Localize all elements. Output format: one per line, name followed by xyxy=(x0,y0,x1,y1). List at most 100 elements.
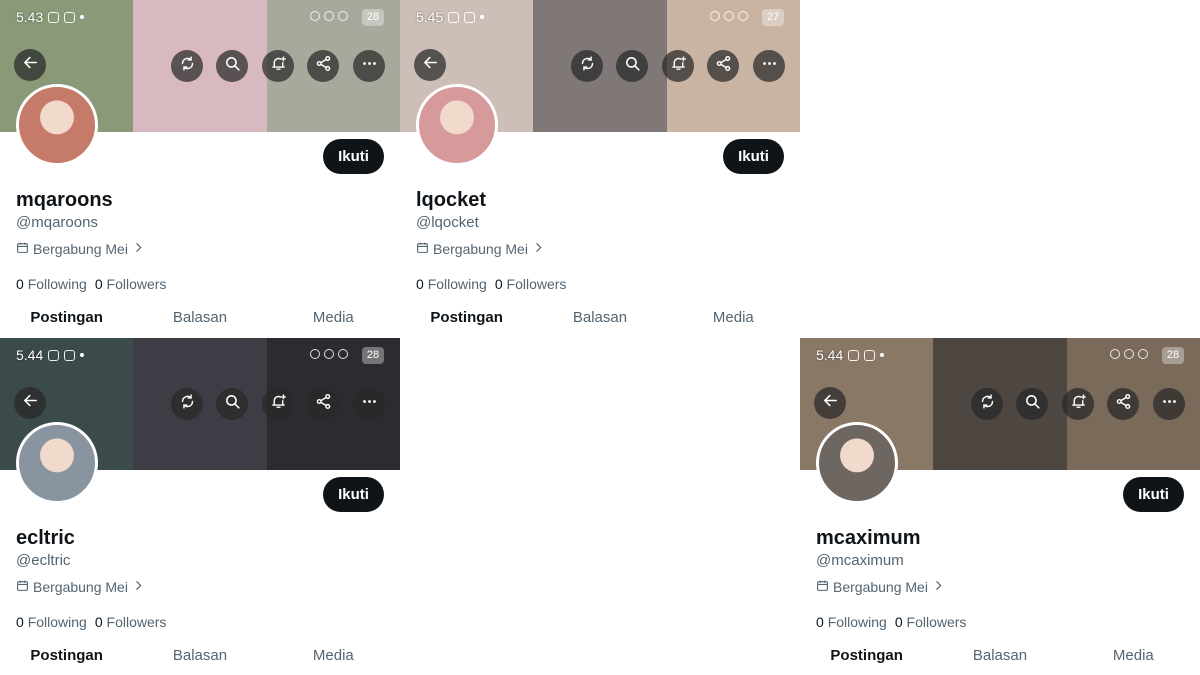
more-button[interactable] xyxy=(353,388,385,420)
following-link[interactable]: 0 Following xyxy=(16,614,87,630)
join-date[interactable]: Bergabung Mei xyxy=(816,579,945,595)
search-button[interactable] xyxy=(216,388,248,420)
more-button[interactable] xyxy=(353,50,385,82)
tab-media[interactable]: Media xyxy=(667,308,800,337)
more-icon xyxy=(361,393,378,415)
back-arrow-icon xyxy=(822,392,839,414)
followers-link[interactable]: 0 Followers xyxy=(95,614,167,630)
notify-button[interactable] xyxy=(262,388,294,420)
display-name: mqaroons xyxy=(16,189,113,211)
display-name: lqocket xyxy=(416,189,487,211)
notify-button[interactable] xyxy=(262,50,294,82)
follow-stats: 0 Following 0 Followers xyxy=(16,276,166,292)
display-name: ecltric xyxy=(16,527,75,549)
battery-indicator: 28 xyxy=(362,9,384,26)
calendar-icon xyxy=(16,241,29,257)
follow-button[interactable]: Ikuti xyxy=(323,139,384,174)
tab-media[interactable]: Media xyxy=(267,308,400,337)
dot-icon xyxy=(480,15,485,19)
tab-balasan[interactable]: Balasan xyxy=(133,646,266,675)
following-link[interactable]: 0 Following xyxy=(416,276,487,292)
notification-icon xyxy=(64,11,76,23)
share-button[interactable] xyxy=(1107,388,1139,420)
more-icon xyxy=(761,55,778,77)
more-icon xyxy=(361,55,378,77)
status-time: 5.44 xyxy=(16,347,44,363)
avatar[interactable] xyxy=(816,422,898,504)
join-date[interactable]: Bergabung Mei xyxy=(16,579,145,595)
profile-tabs: Postingan Balasan Media xyxy=(0,646,400,675)
back-button[interactable] xyxy=(414,49,446,81)
follow-button[interactable]: Ikuti xyxy=(723,139,784,174)
repost-icon xyxy=(179,55,196,77)
chevron-right-icon xyxy=(132,579,145,595)
following-link[interactable]: 0 Following xyxy=(16,276,87,292)
status-time: 5.45 xyxy=(416,9,444,25)
tab-postingan[interactable]: Postingan xyxy=(0,646,133,675)
join-date-label: Bergabung Mei xyxy=(33,579,128,595)
share-button[interactable] xyxy=(307,388,339,420)
chevron-right-icon xyxy=(132,241,145,257)
back-button[interactable] xyxy=(14,387,46,419)
bell-plus-icon xyxy=(670,55,687,77)
notification-icon xyxy=(448,11,460,23)
notification-icon xyxy=(848,349,860,361)
user-handle: @mcaximum xyxy=(816,552,904,569)
join-date-label: Bergabung Mei xyxy=(433,241,528,257)
signal-icons xyxy=(310,349,356,361)
dot-icon xyxy=(80,353,85,357)
notification-icon xyxy=(464,11,476,23)
dot-icon xyxy=(880,353,885,357)
tab-media[interactable]: Media xyxy=(267,646,400,675)
signal-icons xyxy=(1110,349,1156,361)
status-bar: 5.43 xyxy=(16,9,85,25)
profile-tabs: Postingan Balasan Media xyxy=(800,646,1200,675)
tab-postingan[interactable]: Postingan xyxy=(800,646,933,675)
search-button[interactable] xyxy=(216,50,248,82)
tab-balasan[interactable]: Balasan xyxy=(533,308,666,337)
search-button[interactable] xyxy=(1016,388,1048,420)
followers-link[interactable]: 0 Followers xyxy=(495,276,567,292)
search-button[interactable] xyxy=(616,50,648,82)
back-button[interactable] xyxy=(814,387,846,419)
notify-button[interactable] xyxy=(1062,388,1094,420)
tab-balasan[interactable]: Balasan xyxy=(133,308,266,337)
share-button[interactable] xyxy=(307,50,339,82)
share-button[interactable] xyxy=(707,50,739,82)
join-date[interactable]: Bergabung Mei xyxy=(16,241,145,257)
repost-icon xyxy=(579,55,596,77)
avatar[interactable] xyxy=(16,422,98,504)
share-icon xyxy=(315,55,332,77)
repost-button[interactable] xyxy=(571,50,603,82)
repost-icon xyxy=(179,393,196,415)
search-icon xyxy=(224,55,241,77)
chevron-right-icon xyxy=(532,241,545,257)
notify-button[interactable] xyxy=(662,50,694,82)
following-link[interactable]: 0 Following xyxy=(816,614,887,630)
follow-button[interactable]: Ikuti xyxy=(323,477,384,512)
follow-stats: 0 Following 0 Followers xyxy=(16,614,166,630)
join-date[interactable]: Bergabung Mei xyxy=(416,241,545,257)
repost-button[interactable] xyxy=(971,388,1003,420)
more-button[interactable] xyxy=(753,50,785,82)
follow-button[interactable]: Ikuti xyxy=(1123,477,1184,512)
tab-postingan[interactable]: Postingan xyxy=(0,308,133,337)
repost-button[interactable] xyxy=(171,388,203,420)
signal-icons xyxy=(310,11,356,23)
tab-media[interactable]: Media xyxy=(1067,646,1200,675)
user-handle: @lqocket xyxy=(416,214,479,231)
bell-plus-icon xyxy=(1070,393,1087,415)
tab-balasan[interactable]: Balasan xyxy=(933,646,1066,675)
repost-button[interactable] xyxy=(171,50,203,82)
tab-postingan[interactable]: Postingan xyxy=(400,308,533,337)
avatar[interactable] xyxy=(16,84,98,166)
notification-icon xyxy=(864,349,876,361)
followers-link[interactable]: 0 Followers xyxy=(895,614,967,630)
back-button[interactable] xyxy=(14,49,46,81)
followers-link[interactable]: 0 Followers xyxy=(95,276,167,292)
profile-panel-mcaximum: 5.44 28 Ikuti mcaximum @mcaximum Bergabu… xyxy=(800,338,1200,675)
chevron-right-icon xyxy=(932,579,945,595)
avatar[interactable] xyxy=(416,84,498,166)
more-button[interactable] xyxy=(1153,388,1185,420)
back-arrow-icon xyxy=(422,54,439,76)
